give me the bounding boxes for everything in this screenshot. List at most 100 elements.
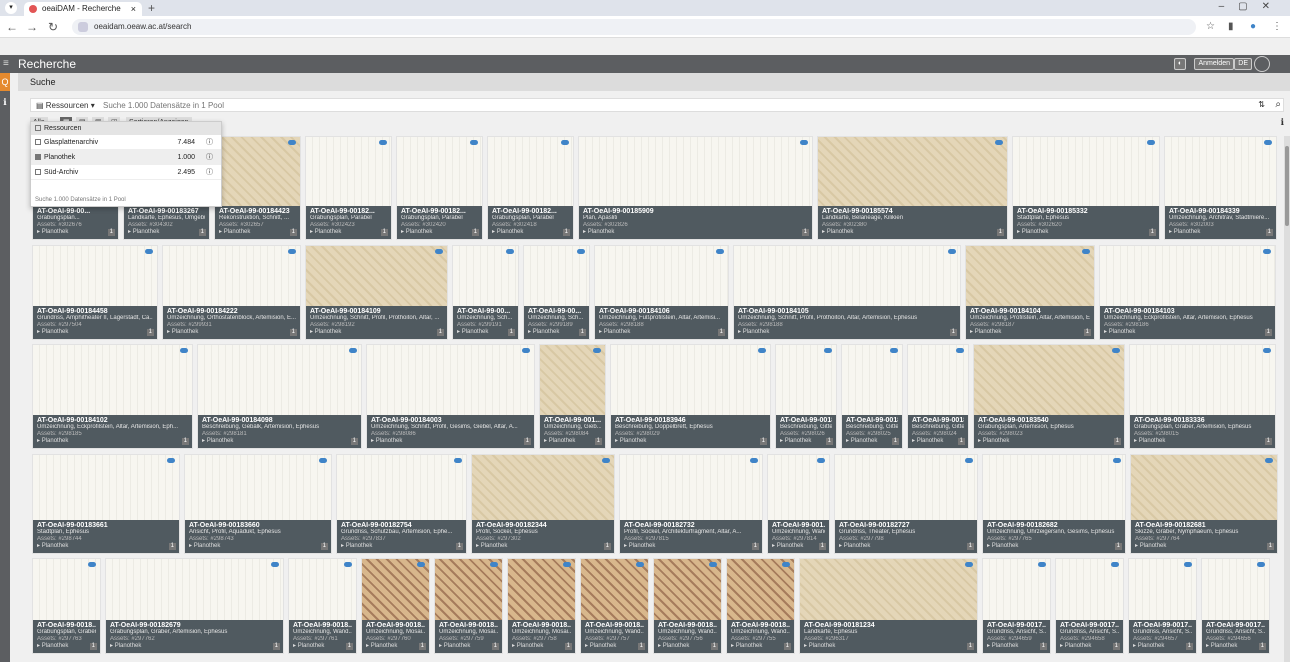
thumbnail-image[interactable]: [524, 246, 589, 308]
dropdown-item-planothek[interactable]: Planothek 1.000 ⓘ: [31, 150, 221, 165]
result-card[interactable]: AT-OeAI-99-00185909 Plan, Apasliti Assets:…: [578, 136, 813, 240]
resources-dropdown-button[interactable]: ▤ Ressourcen ▾: [33, 100, 98, 111]
result-card[interactable]: AT-OeAI-99-00184109 Umzeichnung, Schnitt,…: [305, 245, 448, 340]
thumbnail-image[interactable]: [1131, 455, 1277, 522]
info-icon[interactable]: ⓘ: [206, 135, 213, 150]
thumbnail-image[interactable]: [215, 137, 300, 208]
tab-search-icon[interactable]: ▾: [5, 2, 17, 14]
thumbnail-image[interactable]: [33, 455, 179, 522]
thumbnail-image[interactable]: [842, 345, 902, 417]
checkbox-icon[interactable]: [35, 169, 41, 176]
thumbnail-image[interactable]: [974, 345, 1124, 417]
thumbnail-image[interactable]: [620, 455, 762, 522]
result-card[interactable]: AT-OeAI-99-00... Umzeichnung, Sch... Asset…: [452, 245, 519, 340]
thumbnail-image[interactable]: [1202, 559, 1269, 622]
result-card[interactable]: AT-OeAI-99-0018...Beschreibung, Gitter..…: [775, 344, 837, 449]
result-card[interactable]: AT-OeAI-99-00183336 Grabungsplan, Gräber,…: [1129, 344, 1276, 449]
thumbnail-image[interactable]: [33, 246, 157, 308]
url-field[interactable]: oeaidam.oeaw.ac.at/search: [72, 19, 1196, 35]
menu-icon[interactable]: ⋮: [1272, 21, 1282, 32]
thumbnail-image[interactable]: [488, 137, 573, 208]
result-card[interactable]: AT-OeAI-99-00182754 Grundriss, Schutzbau,…: [336, 454, 467, 554]
result-card[interactable]: AT-OeAI-99-001...Umzeichnung, Wand...Ass…: [767, 454, 830, 554]
thumbnail-image[interactable]: [768, 455, 829, 522]
scrollbar-thumb[interactable]: [1285, 146, 1289, 226]
search-nav-icon[interactable]: Q: [0, 73, 10, 91]
result-card[interactable]: AT-OeAI-99-00182682 Umzeichnung, Uhrzeige…: [982, 454, 1126, 554]
result-card[interactable]: AT-OeAI-99-00184423 Rekonstruktion, Schni…: [214, 136, 301, 240]
result-card[interactable]: AT-OeAI-99-00182681 Skizze, Gräber, Nymph…: [1130, 454, 1278, 554]
info-icon[interactable]: ⓘ: [206, 150, 213, 165]
result-card[interactable]: AT-OeAI-99-00181234 Landkarte, Ephesus Ass…: [799, 558, 978, 654]
result-card[interactable]: AT-OeAI-99-00183661 Stadtplan, Ephesus Ass…: [32, 454, 180, 554]
dropdown-item-sued-archiv[interactable]: Süd-Archiv 2.495 ⓘ: [31, 165, 221, 180]
result-card[interactable]: AT-OeAI-99-00184103 Umzeichnung, Eckprofi…: [1099, 245, 1276, 340]
result-card[interactable]: AT-OeAI-99-0018... Umzeichnung, Wand... As…: [653, 558, 722, 654]
checkbox-icon[interactable]: [35, 125, 41, 132]
result-card[interactable]: AT-OeAI-99-001... Umzeichnung, Gieb... Ass…: [539, 344, 606, 449]
result-card[interactable]: AT-OeAI-99-00183946 Beschreibung, Doppelb…: [610, 344, 771, 449]
thumbnail-image[interactable]: [33, 559, 100, 622]
checkbox-checked-icon[interactable]: [35, 154, 41, 161]
login-button[interactable]: Anmelden: [1194, 58, 1234, 70]
info-nav-icon[interactable]: ℹ: [0, 97, 10, 111]
info-icon[interactable]: ℹ: [1281, 117, 1284, 128]
result-card[interactable]: AT-OeAI-99-00184105 Umzeichnung, Schnitt,…: [733, 245, 961, 340]
result-card[interactable]: AT-OeAI-99-0018... Umzeichnung, Wand... As…: [580, 558, 649, 654]
result-card[interactable]: AT-OeAI-99-0018...Beschreibung, Gitter..…: [907, 344, 969, 449]
result-card[interactable]: AT-OeAI-99-0018... Grabungsplan, Gräber..…: [32, 558, 101, 654]
thumbnail-image[interactable]: [540, 345, 605, 417]
thumbnail-image[interactable]: [362, 559, 429, 622]
thumbnail-image[interactable]: [595, 246, 728, 308]
result-card[interactable]: AT-OeAI-99-00182732 Profil, Sockel, Archi…: [619, 454, 763, 554]
thumbnail-image[interactable]: [106, 559, 283, 622]
thumbnail-image[interactable]: [33, 345, 192, 417]
thumbnail-image[interactable]: [472, 455, 614, 522]
forward-icon[interactable]: →: [26, 20, 38, 34]
result-card[interactable]: AT-OeAI-99-00183540 Grabungsplan, Artemis…: [973, 344, 1125, 449]
result-card[interactable]: AT-OeAI-99-0018... Umzeichnung, Wand... As…: [726, 558, 795, 654]
result-card[interactable]: AT-OeAI-99-0017... Grundriss, Ansicht, S.…: [1055, 558, 1124, 654]
result-card[interactable]: AT-OeAI-99-00182679 Grabungsplan, Gräber,…: [105, 558, 284, 654]
result-card[interactable]: AT-OeAI-99-00185574 Landkarte, Belaneage,…: [817, 136, 1008, 240]
thumbnail-image[interactable]: [1130, 345, 1275, 417]
thumbnail-image[interactable]: [306, 246, 447, 308]
thumbnail-image[interactable]: [453, 246, 518, 308]
thumbnail-image[interactable]: [367, 345, 534, 417]
thumbnail-image[interactable]: [289, 559, 356, 622]
thumbnail-image[interactable]: [1129, 559, 1196, 622]
theme-icon[interactable]: ◐: [1174, 58, 1186, 70]
thumbnail-image[interactable]: [579, 137, 812, 208]
thumbnail-image[interactable]: [581, 559, 648, 622]
result-card[interactable]: AT-OeAI-99-00184104 Umzeichnung, Profilst…: [965, 245, 1095, 340]
search-input[interactable]: [103, 100, 1203, 111]
thumbnail-image[interactable]: [835, 455, 977, 522]
result-card[interactable]: AT-OeAI-99-00185332 Stadtplan, Ephesus Ass…: [1012, 136, 1160, 240]
thumbnail-image[interactable]: [983, 559, 1050, 622]
thumbnail-image[interactable]: [1100, 246, 1275, 308]
window-controls[interactable]: –▢✕: [1219, 1, 1284, 12]
result-card[interactable]: AT-OeAI-99-0018... Umzeichnung, Mosai... A…: [434, 558, 503, 654]
result-card[interactable]: AT-OeAI-99-0018... Umzeichnung, Mosai... A…: [361, 558, 430, 654]
sidepanel-icon[interactable]: ▮: [1228, 21, 1234, 32]
checkbox-icon[interactable]: [35, 139, 41, 146]
thumbnail-image[interactable]: [508, 559, 575, 622]
language-button[interactable]: DE: [1234, 58, 1252, 70]
result-card[interactable]: AT-OeAI-99-00182727 Grundriss, Theater, E…: [834, 454, 978, 554]
result-card[interactable]: AT-OeAI-99-00182... Grabungsplan, Parabel…: [487, 136, 574, 240]
new-tab-icon[interactable]: +: [148, 1, 155, 15]
thumbnail-image[interactable]: [727, 559, 794, 622]
result-card[interactable]: AT-OeAI-99-00184106 Umzeichnung, Fußprofi…: [594, 245, 729, 340]
thumbnail-image[interactable]: [611, 345, 770, 417]
result-card[interactable]: AT-OeAI-99-00... Umzeichnung, Sch... Asset…: [523, 245, 590, 340]
profile-icon[interactable]: ●: [1250, 21, 1256, 32]
thumbnail-image[interactable]: [198, 345, 361, 417]
reload-icon[interactable]: ↻: [48, 20, 58, 34]
hamburger-icon[interactable]: ≡: [3, 58, 13, 70]
result-card[interactable]: AT-OeAI-99-0017... Grundriss, Ansicht, S.…: [1128, 558, 1197, 654]
site-info-icon[interactable]: [78, 22, 88, 32]
result-card[interactable]: AT-OeAI-99-00183660 Ansicht, Profil, Aquä…: [184, 454, 332, 554]
thumbnail-image[interactable]: [776, 345, 836, 417]
search-icon[interactable]: ⌕: [1275, 99, 1281, 110]
thumbnail-image[interactable]: [1056, 559, 1123, 622]
